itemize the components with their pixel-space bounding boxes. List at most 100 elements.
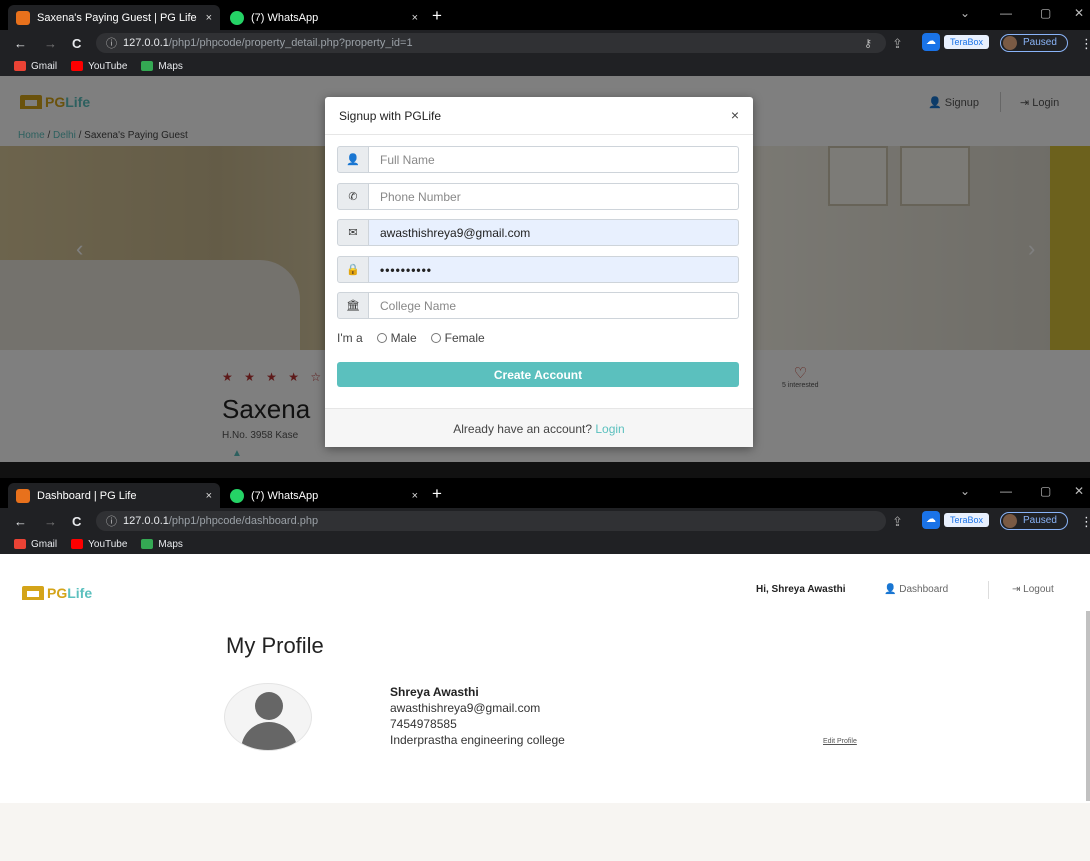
close-tab-icon[interactable]: × bbox=[412, 490, 418, 502]
new-tab-button[interactable]: + bbox=[432, 484, 442, 504]
phone-input[interactable]: Phone Number bbox=[369, 183, 739, 210]
bookmark-youtube[interactable]: YouTube bbox=[71, 539, 127, 550]
password-key-icon[interactable]: ⚷ bbox=[864, 37, 872, 50]
close-tab-icon[interactable]: × bbox=[206, 12, 212, 24]
dashboard-nav-link[interactable]: 👤 Dashboard bbox=[884, 584, 948, 595]
back-icon[interactable]: ← bbox=[14, 36, 27, 51]
share-icon[interactable]: ⇪ bbox=[892, 514, 903, 530]
maps-icon bbox=[141, 539, 154, 549]
profile-college: Inderprastha engineering college bbox=[390, 733, 565, 747]
tab-dashboard[interactable]: Dashboard | PG Life × bbox=[8, 483, 220, 508]
user-greeting: Hi, Shreya Awasthi bbox=[756, 584, 846, 595]
youtube-icon bbox=[71, 61, 84, 71]
radio-male-label: Male bbox=[390, 331, 417, 345]
radio-female-label: Female bbox=[444, 331, 485, 345]
terabox-cloud-icon: ☁ bbox=[922, 33, 940, 51]
close-tab-icon[interactable]: × bbox=[206, 490, 212, 502]
tab-search-icon[interactable]: ⌄ bbox=[960, 484, 970, 498]
url-input[interactable]: ⓘ 127.0.0.1/php1/phpcode/property_detail… bbox=[96, 33, 886, 53]
bookmarks-bar: Gmail YouTube Maps bbox=[0, 534, 1090, 554]
terabox-extension[interactable]: ☁ TeraBox bbox=[922, 510, 990, 530]
menu-kebab-icon[interactable]: ⋮ bbox=[1080, 514, 1090, 530]
email-input[interactable]: awasthishreya9@gmail.com bbox=[369, 219, 739, 246]
tab-property-detail[interactable]: Saxena's Paying Guest | PG Life × bbox=[8, 5, 220, 30]
password-input[interactable]: •••••••••• bbox=[369, 256, 739, 283]
dashboard-screenshot: Dashboard | PG Life × (7) WhatsApp × + ⌄… bbox=[0, 478, 1090, 861]
bookmark-label: Maps bbox=[158, 538, 183, 550]
profile-phone: 7454978585 bbox=[390, 717, 457, 731]
profile-email: awasthishreya9@gmail.com bbox=[390, 701, 541, 715]
bookmark-gmail[interactable]: Gmail bbox=[14, 539, 57, 550]
whatsapp-favicon bbox=[230, 10, 244, 25]
profile-paused-button[interactable]: Paused bbox=[1000, 34, 1068, 52]
close-window-icon[interactable]: ✕ bbox=[1074, 484, 1084, 498]
profile-paused-button[interactable]: Paused bbox=[1000, 512, 1068, 530]
terabox-extension[interactable]: ☁ TeraBox bbox=[922, 32, 990, 52]
tab-search-icon[interactable]: ⌄ bbox=[960, 6, 970, 20]
tab-title: (7) WhatsApp bbox=[251, 11, 319, 24]
gmail-icon bbox=[14, 539, 26, 549]
paused-label: Paused bbox=[1023, 515, 1057, 526]
menu-kebab-icon[interactable]: ⋮ bbox=[1080, 36, 1090, 52]
bookmark-label: YouTube bbox=[88, 538, 128, 550]
lock-icon: 🔒 bbox=[337, 256, 369, 283]
phone-field: ✆ Phone Number bbox=[337, 183, 739, 210]
logout-nav-link[interactable]: ⇥ Logout bbox=[1012, 584, 1054, 595]
close-tab-icon[interactable]: × bbox=[412, 12, 418, 24]
site-info-icon[interactable]: ⓘ bbox=[106, 35, 117, 51]
modal-header: Signup with PGLife × bbox=[325, 97, 753, 135]
url-input[interactable]: ⓘ 127.0.0.1/php1/phpcode/dashboard.php bbox=[96, 511, 886, 531]
minimize-icon[interactable]: — bbox=[1000, 6, 1012, 20]
minimize-icon[interactable]: — bbox=[1000, 484, 1012, 498]
profile-avatar bbox=[1003, 36, 1017, 50]
address-bar: ← → C ⓘ 127.0.0.1/php1/phpcode/property_… bbox=[0, 30, 1090, 56]
share-icon[interactable]: ⇪ bbox=[892, 36, 903, 52]
bookmark-label: YouTube bbox=[88, 60, 128, 72]
create-account-button[interactable]: Create Account bbox=[337, 362, 739, 387]
bookmark-youtube[interactable]: YouTube bbox=[71, 61, 127, 72]
bookmark-label: Gmail bbox=[31, 60, 58, 72]
browser-tab-bar: Dashboard | PG Life × (7) WhatsApp × + ⌄… bbox=[0, 478, 1090, 508]
edit-profile-link[interactable]: Edit Profile bbox=[823, 738, 857, 745]
forward-icon[interactable]: → bbox=[44, 514, 57, 529]
close-window-icon[interactable]: ✕ bbox=[1074, 6, 1084, 20]
logout-icon: ⇥ bbox=[1012, 584, 1024, 595]
maximize-icon[interactable]: ▢ bbox=[1040, 6, 1051, 20]
maximize-icon[interactable]: ▢ bbox=[1040, 484, 1051, 498]
avatar-body bbox=[241, 722, 297, 750]
bookmark-gmail[interactable]: Gmail bbox=[14, 61, 57, 72]
college-input[interactable]: College Name bbox=[369, 292, 739, 319]
scrollbar[interactable] bbox=[1086, 611, 1090, 801]
youtube-icon bbox=[71, 539, 84, 549]
forward-icon[interactable]: → bbox=[44, 36, 57, 51]
terabox-cloud-icon: ☁ bbox=[922, 511, 940, 529]
back-icon[interactable]: ← bbox=[14, 514, 27, 529]
pglife-logo[interactable]: PGLife bbox=[22, 585, 92, 601]
new-tab-button[interactable]: + bbox=[432, 6, 442, 26]
user-icon: 👤 bbox=[337, 146, 369, 173]
radio-male[interactable]: Male bbox=[376, 331, 417, 345]
reload-icon[interactable]: C bbox=[72, 514, 81, 529]
close-modal-icon[interactable]: × bbox=[731, 107, 739, 123]
bookmarks-bar: Gmail YouTube Maps bbox=[0, 56, 1090, 76]
gmail-icon bbox=[14, 61, 26, 71]
gender-group: I'm a Male Female bbox=[337, 331, 485, 345]
terabox-label: TeraBox bbox=[944, 513, 990, 527]
bookmark-maps[interactable]: Maps bbox=[141, 538, 183, 550]
tab-whatsapp[interactable]: (7) WhatsApp × bbox=[222, 483, 426, 508]
browser-tab-bar: Saxena's Paying Guest | PG Life × (7) Wh… bbox=[0, 0, 1090, 30]
nav-divider bbox=[988, 581, 989, 599]
tab-whatsapp[interactable]: (7) WhatsApp × bbox=[222, 5, 426, 30]
radio-female[interactable]: Female bbox=[430, 331, 485, 345]
bookmark-maps[interactable]: Maps bbox=[141, 60, 183, 72]
envelope-icon: ✉ bbox=[337, 219, 369, 246]
bookmark-label: Maps bbox=[158, 60, 183, 72]
reload-icon[interactable]: C bbox=[72, 36, 81, 51]
site-info-icon[interactable]: ⓘ bbox=[106, 513, 117, 529]
url-path: /php1/phpcode/property_detail.php?proper… bbox=[168, 37, 413, 49]
paused-label: Paused bbox=[1023, 37, 1057, 48]
login-link[interactable]: Login bbox=[595, 422, 624, 436]
full-name-input[interactable]: Full Name bbox=[369, 146, 739, 173]
gender-label: I'm a bbox=[337, 331, 363, 345]
avatar-head bbox=[255, 692, 283, 720]
